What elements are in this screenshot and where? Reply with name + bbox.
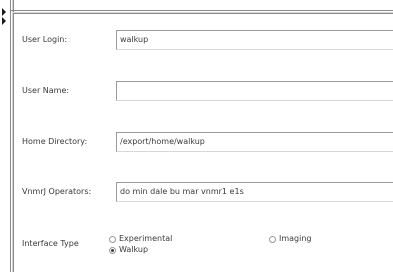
radio-checked-icon[interactable]: [109, 246, 116, 254]
vnmrj-operators-label: VnmrJ Operators:: [22, 187, 92, 196]
home-directory-label: Home Directory:: [22, 137, 88, 146]
user-name-field[interactable]: [116, 81, 393, 101]
splitter-arrow-icon[interactable]: [1, 7, 9, 29]
user-login-field[interactable]: walkup: [116, 30, 393, 50]
radio-experimental-label: Experimental: [119, 234, 173, 243]
interface-type-label: Interface Type: [22, 239, 79, 248]
user-login-label: User Login:: [22, 35, 68, 44]
user-settings-panel: User Login: walkup User Name: Home Direc…: [0, 0, 393, 272]
radio-imaging-label: Imaging: [279, 234, 312, 243]
panel-border-top: [10, 10, 393, 11]
home-directory-field[interactable]: /export/home/walkup: [116, 132, 393, 152]
user-name-label: User Name:: [22, 86, 70, 95]
radio-imaging[interactable]: Imaging: [269, 234, 312, 244]
radio-experimental[interactable]: Experimental: [109, 234, 172, 244]
panel-border-left: [10, 0, 11, 272]
radio-unchecked-icon[interactable]: [109, 235, 116, 243]
radio-unchecked-icon[interactable]: [269, 235, 276, 243]
radio-walkup[interactable]: Walkup: [109, 245, 148, 255]
radio-walkup-label: Walkup: [119, 245, 149, 254]
panel-border-left-inner: [13, 0, 14, 272]
vnmrj-operators-field[interactable]: do min dale bu mar vnmr1 e1s: [116, 182, 393, 202]
panel-border-top-inner: [13, 13, 393, 14]
